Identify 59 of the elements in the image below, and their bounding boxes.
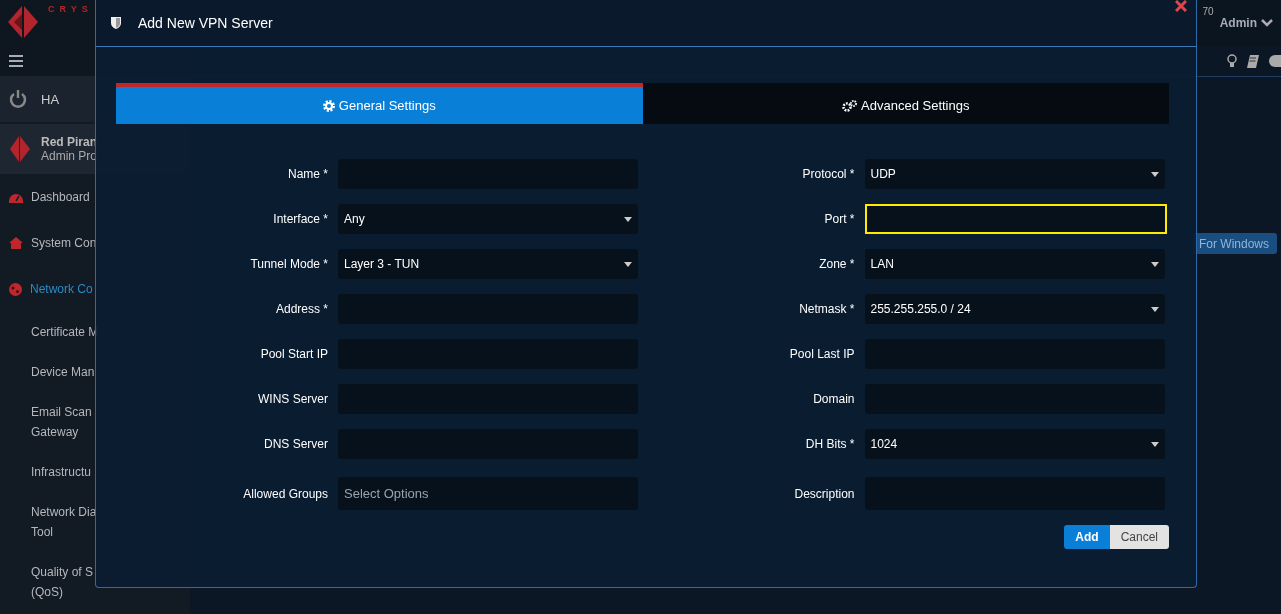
cancel-button[interactable]: Cancel [1109, 525, 1169, 549]
lightbulb-icon[interactable] [1227, 54, 1237, 68]
field-label: Allowed Groups [242, 486, 328, 501]
multiselect-field[interactable]: Select Options [338, 477, 638, 510]
field-label: Tunnel Mode * [249, 257, 328, 271]
globe-icon [9, 282, 22, 296]
sidebar-item[interactable]: Infrastructu [31, 462, 92, 482]
caret-icon [1150, 307, 1159, 312]
field-label: Protocol * [801, 167, 855, 181]
sidebar-item[interactable]: Dashboard [31, 187, 90, 207]
select-field[interactable]: 1024 [864, 429, 1165, 459]
caret-icon [1150, 442, 1159, 447]
close-icon[interactable] [1175, 0, 1187, 12]
sidebar-item[interactable]: Quality of S (QoS) [31, 562, 94, 602]
field-label: Netmask * [798, 302, 855, 316]
field-label: DH Bits * [804, 437, 855, 451]
caret-icon [624, 217, 632, 222]
chevron-down-icon [1261, 19, 1273, 27]
sidebar-item[interactable]: Device Man [31, 362, 95, 382]
field-label: Description [793, 486, 855, 501]
field-label: Pool Start IP [259, 347, 328, 361]
field-label: Address * [274, 302, 328, 316]
caret-icon [1150, 262, 1159, 267]
tab[interactable]: General Settings [116, 83, 643, 124]
select-field[interactable]: Any [338, 204, 638, 234]
brand-text: CRYS [48, 4, 93, 14]
field-label: WINS Server [257, 392, 328, 406]
select-field[interactable]: LAN [864, 249, 1165, 279]
select-field[interactable]: 255.255.255.0 / 24 [864, 294, 1165, 324]
field-label: Name * [287, 167, 328, 181]
field-label: Interface * [272, 212, 328, 226]
power-icon[interactable] [9, 90, 27, 108]
caret-icon [624, 262, 632, 267]
field-label: Pool Last IP [788, 347, 855, 361]
shield-icon [111, 17, 121, 29]
sidebar-item[interactable]: Network Co [30, 279, 93, 299]
field-label: DNS Server [263, 437, 328, 451]
home-icon [9, 237, 23, 249]
field-label: Zone * [818, 257, 855, 271]
field-label: Port * [823, 212, 855, 226]
modal-title: Add New VPN Server [138, 15, 273, 31]
user-menu[interactable]: Admin [1219, 16, 1257, 30]
gear-icon [322, 99, 335, 112]
select-field[interactable]: Layer 3 - TUN [338, 249, 638, 279]
gears-icon [842, 99, 858, 112]
sidebar-item[interactable]: Email Scan Gateway [31, 402, 92, 442]
gauge-icon [9, 191, 23, 203]
toggle-switch[interactable] [1269, 55, 1281, 67]
select-field[interactable]: UDP [864, 159, 1165, 189]
caret-icon [1150, 172, 1159, 177]
add-button[interactable]: Add [1064, 525, 1110, 549]
tab[interactable]: Advanced Settings [642, 83, 1169, 124]
input-field[interactable] [864, 204, 1167, 234]
field-label: Domain [812, 392, 855, 406]
ha-label: HA [41, 91, 60, 107]
menu-icon[interactable] [9, 55, 23, 67]
notification-count: 70 [1202, 6, 1214, 17]
profile-logo-icon [9, 134, 31, 164]
book-icon[interactable] [1247, 54, 1259, 68]
